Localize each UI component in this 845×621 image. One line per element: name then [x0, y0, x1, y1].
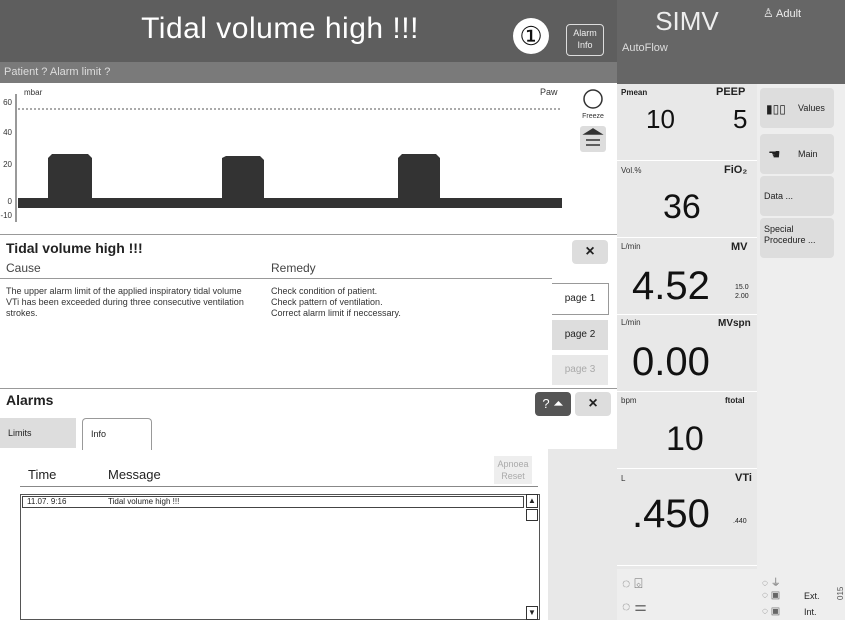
freeze-label: Freeze — [582, 113, 604, 120]
tab-page-1[interactable]: page 1 — [552, 283, 609, 315]
ventilation-mode-sub: AutoFlow — [622, 42, 668, 54]
tab-limits[interactable]: Limits — [0, 418, 76, 448]
main-label: Main — [798, 149, 818, 159]
peep-value: 5 — [733, 104, 748, 134]
y-tick: 20 — [3, 160, 12, 169]
cause-text: The upper alarm limit of the applied ins… — [6, 286, 244, 318]
pressure-curve — [18, 154, 562, 208]
fio2-unit: Vol.% — [621, 166, 642, 175]
data-button[interactable]: Data ... — [760, 176, 834, 216]
mvspn-value: 0.00 — [632, 340, 710, 384]
alarm-log-time: 11.07. 9:16 — [27, 497, 67, 506]
close-button[interactable]: × — [575, 392, 611, 416]
scroll-up-button[interactable]: ▲ — [526, 494, 538, 508]
mvspn-label: MVspn — [718, 318, 751, 329]
divider — [0, 278, 552, 279]
battery-int-icon: ◌ ▣ — [762, 606, 781, 617]
bars-icon: ▮▯▯ — [766, 102, 786, 116]
y-tick: 0 — [8, 197, 13, 206]
hand-icon: ☚ — [768, 146, 781, 162]
alarm-info-label-2: Info — [577, 40, 593, 50]
alarm-info-label-1: Alarm — [573, 28, 597, 38]
ftotal-unit: bpm — [621, 396, 637, 405]
vti-limit: .440 — [733, 518, 747, 525]
device-icon: ◌ ⚌ — [622, 598, 647, 614]
alarm-log-list — [20, 494, 540, 620]
values-label: Values — [798, 103, 825, 113]
alarms-title: Alarms — [6, 392, 54, 408]
column-header-message: Message — [108, 467, 161, 482]
tab-page-2[interactable]: page 2 — [552, 320, 608, 350]
column-header-time: Time — [28, 467, 57, 482]
values-button[interactable]: ▮▯▯ Values — [760, 88, 834, 128]
data-label: Data ... — [764, 191, 794, 201]
fio2-label: FiO₂ — [724, 164, 748, 176]
special-procedure-label: Special Procedure ... — [764, 224, 816, 245]
scroll-down-button[interactable]: ▼ — [526, 606, 538, 620]
ftotal-label: ftotal — [725, 396, 745, 405]
mv-limit-lo: 2.00 — [735, 293, 749, 300]
table-row[interactable] — [22, 496, 524, 508]
int-label: Int. — [804, 607, 817, 617]
mvspn-unit: L/min — [621, 318, 641, 327]
vti-value: .450 — [632, 492, 710, 536]
y-tick: -10 — [0, 211, 12, 220]
humidifier-icon: ◌ ⌺ — [622, 575, 643, 591]
scrollbar-thumb[interactable] — [526, 509, 538, 521]
patient-alarm-subtitle: Patient ? Alarm limit ? — [0, 62, 617, 83]
waveform-label: Paw — [540, 87, 558, 97]
mv-label: MV — [731, 241, 748, 253]
alarm-title: Tidal volume high !!! — [141, 12, 419, 45]
alarm-info-button[interactable]: Alarm Info — [566, 24, 604, 56]
battery-ext-icon: ◌ ▣ — [762, 590, 781, 601]
plug-icon: ◌ ⏚ — [762, 578, 781, 589]
tab-page-3[interactable]: page 3 — [552, 355, 608, 385]
mv-limit-hi: 15.0 — [735, 284, 749, 291]
peep-label: PEEP — [716, 86, 746, 98]
tab-info[interactable]: Info — [82, 418, 152, 450]
fio2-value: 36 — [663, 188, 701, 226]
patient-type: Adult — [776, 8, 802, 20]
remedy-header: Remedy — [271, 261, 316, 275]
vti-label: VTi — [735, 472, 752, 484]
alarm-info-title: Tidal volume high !!! — [6, 240, 143, 256]
special-procedure-button[interactable]: Special Procedure ... — [760, 218, 834, 258]
waveform-unit: mbar — [24, 88, 43, 97]
help-button[interactable]: ? ⏶ — [535, 392, 571, 416]
apnoea-reset-button[interactable]: Apnoea Reset — [494, 456, 532, 484]
ventilation-mode: SIMV — [655, 6, 719, 36]
curve-settings-icon — [580, 126, 606, 152]
ftotal-value: 10 — [666, 420, 704, 458]
freeze-button: Freeze — [582, 89, 604, 120]
callout-marker: ① — [513, 18, 549, 54]
document-id: 015 — [836, 586, 845, 600]
y-tick: 40 — [3, 128, 12, 137]
cause-header: Cause — [6, 261, 41, 275]
mv-unit: L/min — [621, 242, 641, 251]
ext-label: Ext. — [804, 591, 820, 601]
mv-value: 4.52 — [632, 264, 710, 308]
close-button[interactable]: × — [572, 240, 608, 264]
divider — [20, 486, 538, 487]
pmean-value: 10 — [646, 104, 675, 134]
main-button[interactable]: ☚ Main — [760, 134, 834, 174]
pmean-label: Pmean — [621, 88, 648, 97]
pressure-waveform: mbar Paw 60 40 20 0 -10 Freeze — [0, 87, 606, 222]
y-tick: 60 — [3, 98, 12, 107]
apnoea-label-1: Apnoea — [497, 459, 529, 469]
vti-unit: L — [621, 474, 626, 483]
patient-icon: ♙ — [763, 6, 774, 20]
apnoea-label-2: Reset — [501, 471, 525, 481]
remedy-text: Check condition of patient. Check patter… — [271, 286, 401, 318]
alarm-log-message: Tidal volume high !!! — [108, 497, 180, 506]
